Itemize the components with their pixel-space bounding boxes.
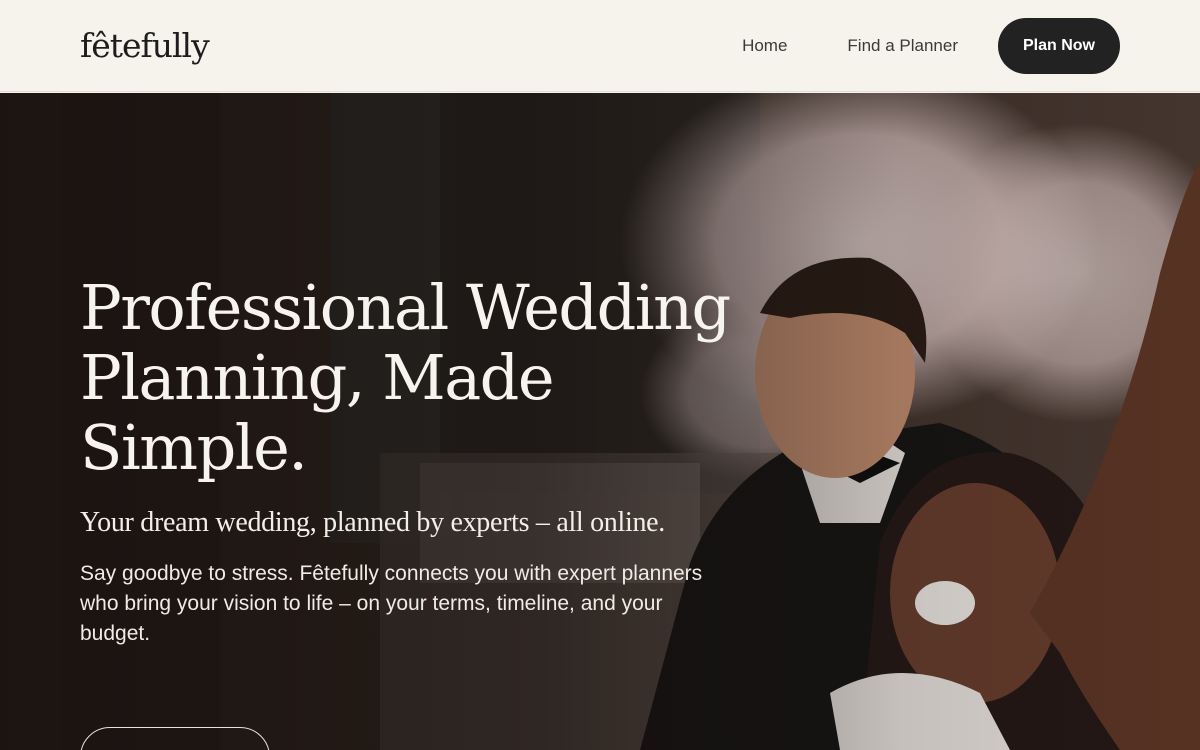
hero-title-line: Simple. [80, 411, 308, 484]
hero-title-line: Planning, Made [80, 341, 555, 414]
hero-body: Say goodbye to stress. Fêtefully connect… [80, 559, 780, 649]
hero-body-line: Say goodbye to stress. Fêtefully connect… [80, 562, 703, 585]
hero-body-line: budget. [80, 622, 151, 645]
site-header: fêtefully Home Find a Planner Plan Now [0, 0, 1200, 92]
nav-find-planner-link[interactable]: Find a Planner [847, 36, 958, 56]
main-nav: Home Find a Planner Plan Now [742, 17, 1120, 74]
hero-content: Professional Wedding Planning, Made Simp… [80, 273, 800, 649]
hero-cta-button[interactable] [80, 727, 270, 750]
hero-title-line: Professional Wedding [80, 271, 731, 344]
hero-body-line: who bring your vision to life – on your … [80, 592, 663, 615]
hero-title: Professional Wedding Planning, Made Simp… [80, 273, 800, 483]
plan-now-button[interactable]: Plan Now [998, 17, 1120, 74]
hero-section: Professional Wedding Planning, Made Simp… [0, 93, 1200, 750]
logo[interactable]: fêtefully [80, 26, 210, 65]
hero-subtitle: Your dream wedding, planned by experts –… [80, 507, 665, 538]
nav-home-link[interactable]: Home [742, 36, 787, 56]
